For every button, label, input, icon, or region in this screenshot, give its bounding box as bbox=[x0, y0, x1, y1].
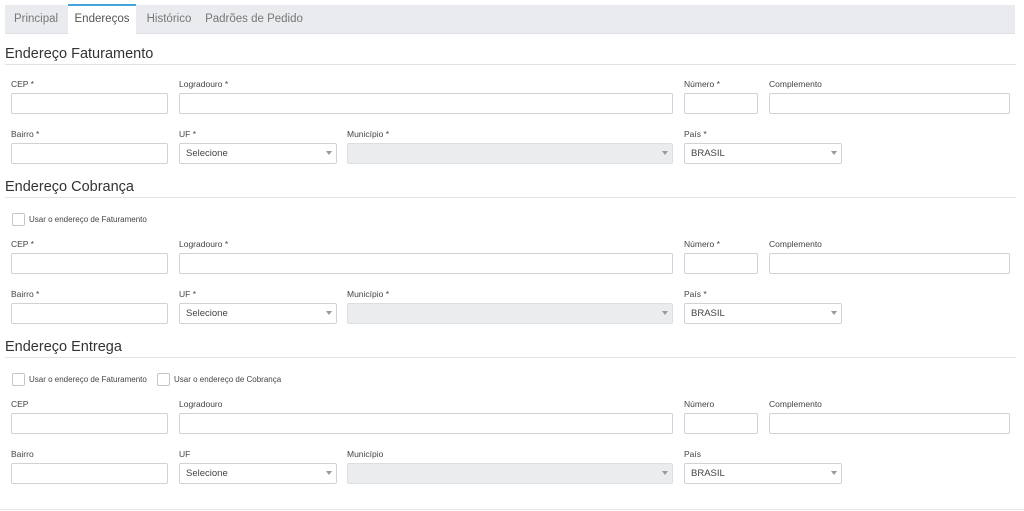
entrega-complemento-input[interactable] bbox=[769, 413, 1010, 434]
chevron-down-icon bbox=[662, 311, 668, 315]
label-numero: Número * bbox=[684, 79, 720, 89]
section-title-faturamento: Endereço Faturamento bbox=[5, 46, 154, 62]
checkbox-label: Usar o endereço de Faturamento bbox=[29, 215, 147, 224]
cobranca-municipio-select[interactable] bbox=[347, 303, 673, 324]
chevron-down-icon bbox=[662, 151, 668, 155]
select-value: BRASIL bbox=[691, 308, 725, 319]
divider bbox=[5, 357, 1016, 358]
chevron-down-icon bbox=[662, 471, 668, 475]
label-pais: País * bbox=[684, 129, 707, 139]
label-cep: CEP * bbox=[11, 239, 34, 249]
label-logradouro: Logradouro * bbox=[179, 79, 229, 89]
tab-padroes-de-pedido[interactable]: Padrões de Pedido bbox=[202, 5, 306, 33]
select-value: BRASIL bbox=[691, 468, 725, 479]
label-complemento: Complemento bbox=[769, 399, 822, 409]
entrega-use-faturamento-checkbox[interactable] bbox=[12, 373, 25, 386]
chevron-down-icon bbox=[326, 151, 332, 155]
entrega-numero-input[interactable] bbox=[684, 413, 758, 434]
label-logradouro: Logradouro * bbox=[179, 239, 229, 249]
section-title-cobranca: Endereço Cobrança bbox=[5, 179, 134, 195]
label-pais: País bbox=[684, 449, 702, 459]
cobranca-uf-select[interactable]: Selecione bbox=[179, 303, 337, 324]
label-municipio: Município * bbox=[347, 129, 390, 139]
tab-historico[interactable]: Histórico bbox=[138, 5, 200, 33]
divider bbox=[5, 197, 1016, 198]
entrega-pais-select[interactable]: BRASIL bbox=[684, 463, 842, 484]
cobranca-logradouro-input[interactable] bbox=[179, 253, 673, 274]
label-cep: CEP * bbox=[11, 79, 34, 89]
entrega-uf-select[interactable]: Selecione bbox=[179, 463, 337, 484]
checkbox-label: Usar o endereço de Cobrança bbox=[174, 375, 282, 384]
section-title-entrega: Endereço Entrega bbox=[5, 339, 122, 355]
label-cep: CEP bbox=[11, 399, 29, 409]
tab-bar: Principal Endereços Histórico Padrões de… bbox=[5, 4, 1015, 35]
chevron-down-icon bbox=[831, 471, 837, 475]
cobranca-numero-input[interactable] bbox=[684, 253, 758, 274]
faturamento-logradouro-input[interactable] bbox=[179, 93, 673, 114]
chevron-down-icon bbox=[831, 311, 837, 315]
cobranca-bairro-input[interactable] bbox=[11, 303, 168, 324]
entrega-use-cobranca-checkbox[interactable] bbox=[157, 373, 170, 386]
label-uf: UF bbox=[179, 449, 191, 459]
chevron-down-icon bbox=[831, 151, 837, 155]
faturamento-bairro-input[interactable] bbox=[11, 143, 168, 164]
entrega-cep-input[interactable] bbox=[11, 413, 168, 434]
tab-enderecos[interactable]: Endereços bbox=[68, 4, 136, 35]
cobranca-cep-input[interactable] bbox=[11, 253, 168, 274]
label-complemento: Complemento bbox=[769, 239, 822, 249]
select-value: Selecione bbox=[186, 468, 228, 479]
label-municipio: Município bbox=[347, 449, 384, 459]
divider bbox=[5, 64, 1016, 65]
faturamento-numero-input[interactable] bbox=[684, 93, 758, 114]
faturamento-pais-select[interactable]: BRASIL bbox=[684, 143, 842, 164]
label-numero: Número * bbox=[684, 239, 720, 249]
faturamento-municipio-select[interactable] bbox=[347, 143, 673, 164]
faturamento-uf-select[interactable]: Selecione bbox=[179, 143, 337, 164]
checkbox-label: Usar o endereço de Faturamento bbox=[29, 375, 147, 384]
cobranca-use-faturamento-checkbox[interactable] bbox=[12, 213, 25, 226]
divider bbox=[0, 509, 1024, 510]
select-value: BRASIL bbox=[691, 148, 725, 159]
label-numero: Número bbox=[684, 399, 715, 409]
select-value: Selecione bbox=[186, 308, 228, 319]
chevron-down-icon bbox=[326, 471, 332, 475]
entrega-logradouro-input[interactable] bbox=[179, 413, 673, 434]
entrega-bairro-input[interactable] bbox=[11, 463, 168, 484]
tab-principal[interactable]: Principal bbox=[5, 5, 67, 33]
chevron-down-icon bbox=[326, 311, 332, 315]
label-municipio: Município * bbox=[347, 289, 390, 299]
cobranca-pais-select[interactable]: BRASIL bbox=[684, 303, 842, 324]
label-bairro: Bairro * bbox=[11, 289, 40, 299]
label-logradouro: Logradouro bbox=[179, 399, 223, 409]
faturamento-cep-input[interactable] bbox=[11, 93, 168, 114]
label-bairro: Bairro * bbox=[11, 129, 40, 139]
label-uf: UF * bbox=[179, 129, 196, 139]
select-value: Selecione bbox=[186, 148, 228, 159]
label-complemento: Complemento bbox=[769, 79, 822, 89]
entrega-municipio-select[interactable] bbox=[347, 463, 673, 484]
label-bairro: Bairro bbox=[11, 449, 34, 459]
cobranca-complemento-input[interactable] bbox=[769, 253, 1010, 274]
label-uf: UF * bbox=[179, 289, 196, 299]
faturamento-complemento-input[interactable] bbox=[769, 93, 1010, 114]
label-pais: País * bbox=[684, 289, 707, 299]
